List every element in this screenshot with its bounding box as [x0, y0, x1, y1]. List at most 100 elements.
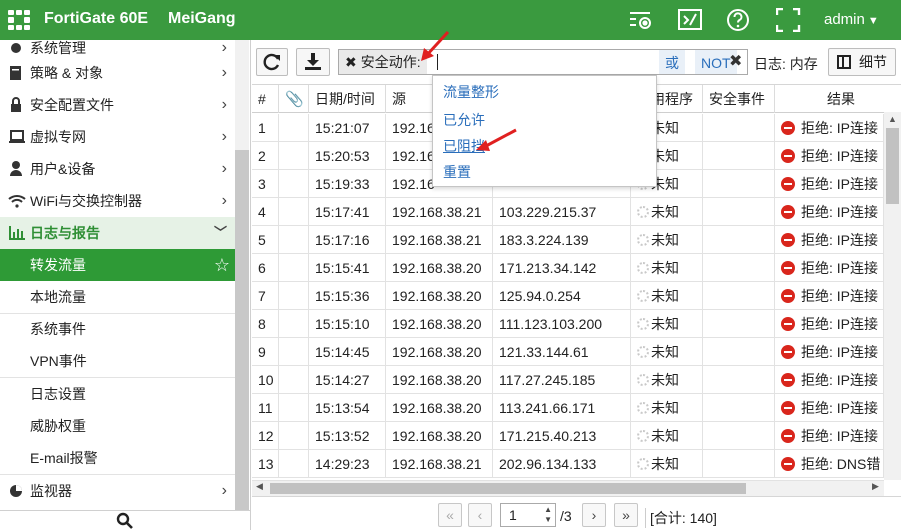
sidebar-subitem-system-events[interactable]: 系统事件 [0, 313, 235, 345]
cell-datetime: 15:13:54 [309, 394, 386, 422]
cell-result-text: 拒绝: IP连接 [801, 260, 879, 276]
search-icon[interactable] [116, 512, 134, 530]
cell-destination: 125.94.0.254 [493, 282, 631, 310]
close-icon[interactable]: ✖ [345, 54, 357, 70]
column-header-result[interactable]: 结果 [775, 85, 901, 113]
scroll-left-icon[interactable]: ◀ [256, 481, 263, 492]
cell-security-event [703, 282, 775, 310]
deny-icon [781, 429, 795, 443]
cell-attachment [279, 394, 309, 422]
sidebar-item-policy[interactable]: 策略 & 对象 › [0, 57, 235, 89]
download-button[interactable] [296, 48, 330, 76]
sidebar-scrollbar-thumb[interactable] [235, 150, 249, 510]
star-icon[interactable]: ☆ [214, 249, 230, 281]
table-horizontal-scrollbar-thumb[interactable] [270, 483, 746, 494]
dropdown-option-shaping[interactable]: 流量整形 [443, 79, 499, 105]
sidebar: 系统管理 › 策略 & 对象 › 安全配置文件 › 虚拟专网 › 用户&设备 ›… [0, 40, 251, 530]
cell-application: 未知 [631, 254, 703, 282]
sidebar-subitem-label: VPN事件 [30, 353, 87, 369]
clear-filter-icon[interactable]: ✖ [729, 50, 742, 74]
sidebar-item-label: 日志与报告 [30, 225, 100, 241]
cell-num: 1 [252, 114, 279, 142]
cell-application-text: 未知 [651, 344, 679, 360]
table-row[interactable]: 6 15:15:41 192.168.38.20 171.213.34.142 未知 拒绝… [252, 254, 901, 282]
app-unknown-icon [637, 402, 649, 414]
sidebar-item-log-report[interactable]: 日志与报告 ﹀ [0, 217, 235, 249]
cell-attachment [279, 226, 309, 254]
cell-application: 未知 [631, 450, 703, 478]
cell-num: 3 [252, 170, 279, 198]
next-page-button[interactable]: › [582, 503, 606, 527]
details-button[interactable]: 细节 [828, 48, 896, 76]
column-header-num[interactable]: # [252, 85, 279, 113]
sidebar-subitem-forward-traffic[interactable]: 转发流量 ☆ [0, 249, 235, 281]
cell-result: 拒绝: IP连接 [775, 142, 884, 170]
help-icon[interactable] [726, 8, 752, 32]
cell-application-text: 未知 [651, 288, 679, 304]
deny-icon [781, 317, 795, 331]
table-row[interactable]: 8 15:15:10 192.168.38.20 111.123.103.200 未知 拒… [252, 310, 901, 338]
cell-result-text: 拒绝: IP连接 [801, 288, 879, 304]
table-row[interactable]: 12 15:13:52 192.168.38.20 171.215.40.213 未知 拒… [252, 422, 901, 450]
spinner-icon[interactable]: ▲ ▼ [544, 505, 552, 525]
sidebar-subitem-local-traffic[interactable]: 本地流量 [0, 281, 235, 313]
or-button[interactable]: 或 [659, 50, 685, 74]
chevron-right-icon: › [221, 160, 227, 177]
cell-application-text: 未知 [651, 372, 679, 388]
cell-application: 未知 [631, 310, 703, 338]
filter-input[interactable]: ✖ 安全动作: 或 NOT ✖ [338, 49, 748, 75]
table-row[interactable]: 4 15:17:41 192.168.38.21 103.229.215.37 未知 拒绝… [252, 198, 901, 226]
sidebar-item-label: 策略 & 对象 [30, 65, 104, 81]
sidebar-search[interactable] [0, 510, 250, 530]
cell-datetime: 15:15:41 [309, 254, 386, 282]
sidebar-subitem-threat-weight[interactable]: 威胁权重 [0, 410, 235, 442]
column-header-datetime[interactable]: 日期/时间 [309, 85, 386, 113]
table-row[interactable]: 5 15:17:16 192.168.38.21 183.3.224.139 未知 拒绝:… [252, 226, 901, 254]
table-row[interactable]: 9 15:14:45 192.168.38.20 121.33.144.61 未知 拒绝:… [252, 338, 901, 366]
sidebar-subitem-vpn-events[interactable]: VPN事件 [0, 345, 235, 377]
cell-application-text: 未知 [651, 400, 679, 416]
cell-num: 8 [252, 310, 279, 338]
cell-application-text: 未知 [651, 204, 679, 220]
column-header-attachment[interactable]: 📎 [279, 85, 309, 113]
user-menu[interactable]: admin ▼ [824, 11, 879, 28]
cell-datetime: 15:17:16 [309, 226, 386, 254]
first-page-button[interactable]: « [438, 503, 462, 527]
scroll-right-icon[interactable]: ▶ [872, 481, 879, 492]
cell-result: 拒绝: IP连接 [775, 170, 884, 198]
config-gear-icon[interactable] [628, 8, 654, 32]
table-row[interactable]: 7 15:15:36 192.168.38.20 125.94.0.254 未知 拒绝: … [252, 282, 901, 310]
filter-chip[interactable]: ✖ 安全动作: [339, 50, 427, 74]
app-unknown-icon [637, 290, 649, 302]
sidebar-subitem-email-alert[interactable]: E-mail报警 [0, 442, 235, 474]
sidebar-item-monitor[interactable]: 监视器 › [0, 475, 235, 507]
sidebar-item-label: WiFi与交换控制器 [30, 193, 142, 209]
sidebar-item-security-profiles[interactable]: 安全配置文件 › [0, 89, 235, 121]
annotation-arrow [421, 30, 450, 61]
cell-num: 13 [252, 450, 279, 478]
last-page-button[interactable]: » [614, 503, 638, 527]
prev-page-button[interactable]: ‹ [468, 503, 492, 527]
table-row[interactable]: 11 15:13:54 192.168.38.20 113.241.66.171 未知 拒… [252, 394, 901, 422]
cell-attachment [279, 198, 309, 226]
page-number-input[interactable]: 1 ▲ ▼ [500, 503, 556, 527]
sidebar-item-vpn[interactable]: 虚拟专网 › [0, 121, 235, 153]
log-source-label[interactable]: 日志: 内存 [754, 54, 818, 74]
column-header-security-event[interactable]: 安全事件 [703, 85, 775, 113]
table-row[interactable]: 13 14:29:23 192.168.38.21 202.96.134.133 未知 拒… [252, 450, 901, 478]
refresh-button[interactable] [256, 48, 288, 76]
sidebar-item-wifi[interactable]: WiFi与交换控制器 › [0, 185, 235, 217]
cell-destination: 202.96.134.133 [493, 450, 631, 478]
terminal-icon[interactable] [678, 8, 704, 32]
app-unknown-icon [637, 234, 649, 246]
scroll-up-icon[interactable]: ▲ [888, 114, 897, 124]
table-vertical-scrollbar-thumb[interactable] [886, 128, 899, 204]
cell-source: 192.168.38.20 [386, 338, 493, 366]
sidebar-subitem-log-settings[interactable]: 日志设置 [0, 378, 235, 410]
table-row[interactable]: 10 15:14:27 192.168.38.20 117.27.245.185 未知 拒… [252, 366, 901, 394]
cell-num: 7 [252, 282, 279, 310]
sidebar-item-user-device[interactable]: 用户&设备 › [0, 153, 235, 185]
dropdown-option-reset[interactable]: 重置 [443, 159, 471, 185]
fullscreen-icon[interactable] [775, 7, 802, 33]
deny-icon [781, 233, 795, 247]
